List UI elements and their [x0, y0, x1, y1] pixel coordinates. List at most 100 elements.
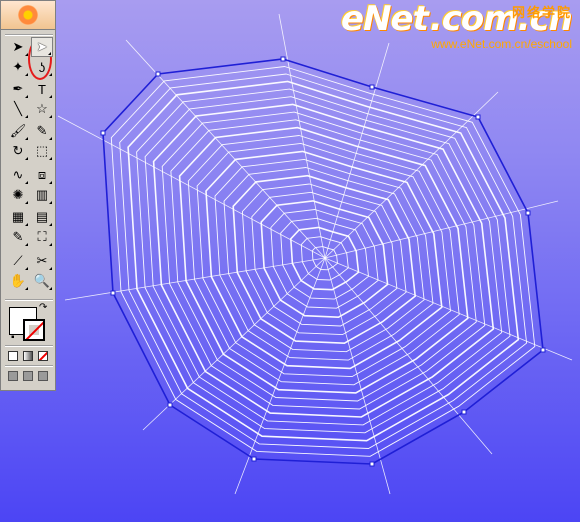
live-paint-tool[interactable]: ⛶ [31, 227, 53, 247]
watermark-chinese-text: 网络学院 [511, 5, 572, 20]
tool-flyout-indicator [25, 73, 28, 76]
tool-flyout-indicator [25, 181, 28, 184]
pen-tool[interactable]: ✒ [7, 79, 29, 99]
tool-flyout-indicator [25, 243, 28, 246]
illustrator-flower-icon [18, 5, 38, 25]
anchor-point [167, 402, 173, 408]
hand-tool[interactable]: ✋ [7, 271, 29, 291]
magic-wand-tool[interactable]: ✦ [7, 57, 29, 77]
lasso-tool[interactable]: ʖ [31, 57, 53, 77]
anchor-point [155, 71, 161, 77]
rotate-tool[interactable]: ↻ [7, 141, 29, 161]
anchor-point [251, 456, 257, 462]
tool-flyout-indicator [49, 287, 52, 290]
divider [5, 345, 53, 347]
tool-flyout-indicator [25, 267, 28, 270]
scissors-tool[interactable]: ✂ [31, 251, 53, 271]
star-tool[interactable]: ☆ [31, 99, 53, 119]
tool-flyout-indicator [25, 137, 28, 140]
tool-flyout-indicator [25, 201, 28, 204]
full-screen-menu-mode-icon[interactable] [23, 371, 33, 381]
tool-flyout-indicator [49, 95, 52, 98]
none-mode-icon[interactable] [38, 351, 48, 361]
star-icon: ☆ [36, 101, 48, 116]
stroke-inner [29, 325, 39, 335]
paintbrush-icon: 🖌 [9, 123, 27, 138]
graph-tool[interactable]: ▥ [31, 185, 53, 205]
swap-colors-icon[interactable]: ↷ [39, 301, 47, 315]
anchor-point [100, 130, 106, 136]
tool-flyout-indicator [49, 157, 52, 160]
magic-wand-icon: ✦ [12, 59, 24, 74]
type-tool[interactable]: T [31, 79, 53, 99]
stroke-color-swatch[interactable] [23, 319, 45, 341]
pencil-icon: ✎ [36, 123, 48, 138]
web-spoke [64, 257, 326, 301]
mesh-tool[interactable]: ▦ [7, 207, 29, 227]
direct-selection-tool[interactable]: ➤ [31, 37, 53, 57]
spider-web-artwork[interactable] [0, 0, 580, 522]
free-transform-tool[interactable]: ⧈ [31, 165, 53, 185]
tool-flyout-indicator [25, 53, 28, 56]
full-screen-mode-icon[interactable] [38, 371, 48, 381]
slice-tool[interactable]: ⟋ [7, 251, 29, 271]
symbol-sprayer-icon: ✺ [12, 187, 24, 202]
tool-flyout-indicator [49, 137, 52, 140]
anchor-point [110, 290, 116, 296]
default-colors-icon[interactable]: ▪ [11, 331, 15, 345]
anchor-point [369, 84, 375, 90]
gradient-icon: ▤ [35, 209, 49, 224]
line-tool[interactable]: ╲ [7, 99, 29, 119]
web-ring [178, 126, 469, 394]
palette-title-bar[interactable] [1, 1, 55, 30]
tool-flyout-indicator [49, 73, 52, 76]
scale-icon: ⬚ [35, 143, 49, 158]
pencil-tool[interactable]: ✎ [31, 121, 53, 141]
color-mode-icon[interactable] [8, 351, 18, 361]
scissors-icon: ✂ [36, 253, 48, 268]
tool-flyout-indicator [25, 157, 28, 160]
symbol-sprayer-tool[interactable]: ✺ [7, 185, 29, 205]
gradient-tool[interactable]: ▤ [31, 207, 53, 227]
free-transform-icon: ⧈ [37, 167, 47, 182]
paintbrush-tool[interactable]: 🖌 [7, 121, 29, 141]
tools-palette[interactable]: ▪ ↷ ➤ ➤ ✦ ʖ ✒ T ╲ ☆ 🖌 ✎ ↻ ⬚ ∿ ⧈ ✺ ▥ ▦ ▤ ✎ ⛶ ⟋ ✂ ✋ 🔍 [0, 0, 56, 391]
type-icon: T [38, 81, 46, 97]
tool-flyout-indicator [49, 201, 52, 204]
line-segment-icon: ╲ [14, 101, 22, 116]
rotate-icon: ↻ [12, 143, 24, 158]
anchor-point [280, 56, 286, 62]
web-ring [136, 88, 511, 434]
enet-watermark: 网络学院 eNet .com.cn www.eNet.com.cn/eschoo… [341, 2, 573, 51]
anchor-point [540, 347, 546, 353]
warp-tool[interactable]: ∿ [7, 165, 29, 185]
mesh-icon: ▦ [11, 209, 25, 224]
tool-flyout-indicator [25, 95, 28, 98]
gradient-mode-icon[interactable] [23, 351, 33, 361]
watermark-url: www.eNet.com.cn/eschool [431, 37, 572, 51]
hand-icon: ✋ [9, 273, 27, 288]
selection-tool[interactable]: ➤ [7, 37, 29, 57]
slice-icon: ⟋ [13, 253, 23, 268]
tool-flyout-indicator [48, 52, 51, 55]
anchor-point [461, 409, 467, 415]
zoom-tool[interactable]: 🔍 [31, 271, 53, 291]
web-ring [152, 103, 495, 418]
direct-selection-icon: ➤ [36, 39, 48, 54]
artboard[interactable] [0, 0, 580, 522]
tool-flyout-indicator [25, 115, 28, 118]
anchor-point [369, 461, 375, 467]
lasso-icon: ʖ [38, 59, 46, 75]
divider [5, 34, 53, 36]
standard-screen-mode-icon[interactable] [8, 371, 18, 381]
tool-flyout-indicator [25, 287, 28, 290]
pen-icon: ✒ [12, 81, 24, 96]
scale-tool[interactable]: ⬚ [31, 141, 53, 161]
web-spoke [324, 91, 499, 259]
eyedropper-tool[interactable]: ✎ [7, 227, 29, 247]
tool-flyout-indicator [49, 243, 52, 246]
tool-flyout-indicator [49, 267, 52, 270]
tool-flyout-indicator [25, 223, 28, 226]
anchor-point [475, 114, 481, 120]
warp-icon: ∿ [12, 167, 24, 182]
